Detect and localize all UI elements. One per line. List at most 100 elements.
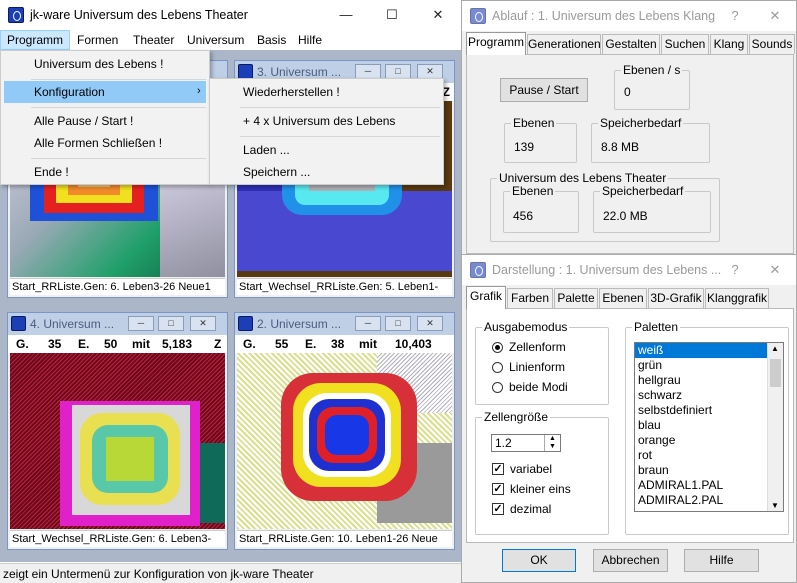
hilfe-button[interactable]: Hilfe: [684, 549, 759, 572]
palette-item[interactable]: schwarz: [635, 388, 783, 403]
ok-button[interactable]: OK: [502, 549, 576, 572]
zellengroesse-stepper[interactable]: 1.2 ▲ ▼: [491, 434, 561, 452]
spin-up-icon[interactable]: ▲: [544, 435, 560, 443]
checkbox-kleiner-eins[interactable]: ✓: [492, 483, 504, 495]
tab-ebenen[interactable]: Ebenen: [599, 288, 647, 308]
menu-basis[interactable]: Basis: [251, 30, 292, 50]
minimize-icon[interactable]: —: [323, 0, 369, 30]
menu-item-wiederherstellen[interactable]: Wiederherstellen !: [213, 81, 440, 103]
radio-linienform[interactable]: [492, 362, 503, 373]
tab-3d-grafik[interactable]: 3D-Grafik: [648, 288, 704, 308]
tab-farben[interactable]: Farben: [507, 288, 553, 308]
palette-item[interactable]: braun: [635, 463, 783, 478]
menu-item-universum[interactable]: Universum des Lebens !: [4, 53, 206, 75]
simulation-canvas: [237, 353, 452, 529]
stats-row: G. 35 E. 50 mit 5,183 Z: [8, 335, 227, 353]
menu-theater[interactable]: Theater: [127, 30, 180, 50]
palette-item[interactable]: ADMIRAL2.PAL: [635, 493, 783, 508]
scroll-down-icon[interactable]: ▼: [771, 501, 779, 510]
menu-formen[interactable]: Formen: [71, 30, 124, 50]
spin-down-icon[interactable]: ▼: [544, 443, 560, 451]
restore-icon[interactable]: □: [385, 316, 411, 331]
palette-item[interactable]: weiß: [635, 343, 783, 358]
linienform-label: Linienform: [509, 360, 566, 374]
stat-g-label: G.: [243, 337, 256, 351]
ebenen2-group: Ebenen 456: [503, 184, 579, 233]
pause-start-button[interactable]: Pause / Start: [500, 78, 588, 102]
radio-beide-modi[interactable]: [492, 382, 503, 393]
ablauf-title-bar[interactable]: Ablauf : 1. Universum des Lebens Klang ?…: [462, 1, 796, 31]
close-icon[interactable]: ✕: [752, 255, 797, 285]
checkbox-dezimal[interactable]: ✓: [492, 503, 504, 515]
scroll-up-icon[interactable]: ▲: [771, 344, 779, 353]
paletten-list[interactable]: weiß grün hellgrau schwarz selbstdefiniert bl…: [634, 342, 784, 512]
child-caption: Start_RRListe.Gen: 6. Leben3-26 Neue1: [10, 278, 225, 295]
child-window-2[interactable]: 2. Universum ... ─ □ ✕ G. 55 E. 38 mit 1…: [234, 312, 455, 550]
speicher-label: Speicherbedarf: [598, 116, 684, 130]
tab-programm[interactable]: Programm: [466, 32, 526, 55]
close-icon[interactable]: ✕: [752, 1, 797, 31]
tab-gestalten[interactable]: Gestalten: [602, 34, 660, 54]
menu-item-ende[interactable]: Ende !: [4, 161, 206, 183]
app-icon: [470, 262, 486, 278]
palette-item[interactable]: selbstdefiniert: [635, 403, 783, 418]
stat-g-label: G.: [16, 337, 29, 351]
zellengroesse-title: Zellengröße: [482, 410, 551, 424]
checkbox-variabel[interactable]: ✓: [492, 463, 504, 475]
tab-palette[interactable]: Palette: [554, 288, 598, 308]
menu-separator: [31, 158, 206, 159]
menu-item-speichern[interactable]: Speichern ...: [213, 161, 440, 183]
palette-item[interactable]: hellgrau: [635, 373, 783, 388]
minimize-icon[interactable]: ─: [355, 316, 381, 331]
minimize-icon[interactable]: ─: [355, 64, 381, 79]
tab-sounds[interactable]: Sounds: [749, 34, 795, 54]
stat-e-label: E.: [78, 337, 90, 351]
darstellung-title: Darstellung : 1. Universum des Lebens ..…: [492, 263, 722, 277]
menu-item-laden[interactable]: Laden ...: [213, 139, 440, 161]
stat-value: 5,183: [162, 337, 193, 351]
ausgabemodus-group: Ausgabemodus Zellenform Linienform beide…: [475, 320, 609, 405]
darstellung-title-bar[interactable]: Darstellung : 1. Universum des Lebens ..…: [462, 255, 796, 285]
abbrechen-button[interactable]: Abbrechen: [593, 549, 668, 572]
tab-klang[interactable]: Klang: [710, 34, 748, 54]
close-icon[interactable]: ✕: [190, 316, 216, 331]
close-icon[interactable]: ✕: [417, 316, 443, 331]
minimize-icon[interactable]: ─: [128, 316, 154, 331]
menu-item-alle-schliessen[interactable]: Alle Formen Schließen !: [4, 132, 206, 154]
child-window-4[interactable]: 4. Universum ... ─ □ ✕ G. 35 E. 50 mit 5…: [7, 312, 228, 550]
tab-generationen[interactable]: Generationen: [527, 34, 601, 54]
zellengroesse-group: Zellengröße 1.2 ▲ ▼ ✓ variabel ✓ kleiner…: [475, 410, 609, 535]
menu-universum[interactable]: Universum: [181, 30, 250, 50]
menu-programm[interactable]: Programm: [0, 30, 71, 50]
child-title: 2. Universum ...: [257, 317, 342, 331]
ebenen-group: Ebenen 139: [504, 116, 577, 163]
close-icon[interactable]: ✕: [417, 64, 443, 79]
menu-hilfe[interactable]: Hilfe: [292, 30, 328, 50]
palette-item[interactable]: blau: [635, 418, 783, 433]
stats-row: G. 55 E. 38 mit 10,403: [235, 335, 454, 353]
tab-suchen[interactable]: Suchen: [661, 34, 709, 54]
dezimal-label: dezimal: [510, 502, 552, 516]
grafik-panel: Ausgabemodus Zellenform Linienform beide…: [466, 308, 794, 543]
palette-item[interactable]: orange: [635, 433, 783, 448]
palette-item[interactable]: grün: [635, 358, 783, 373]
scrollbar[interactable]: ▲ ▼: [767, 343, 783, 511]
main-title-bar[interactable]: jk-ware Universum des Lebens Theater — ☐…: [0, 0, 461, 30]
paletten-items: weiß grün hellgrau schwarz selbstdefiniert bl…: [635, 343, 783, 508]
scroll-thumb[interactable]: [770, 359, 781, 387]
palette-item[interactable]: ADMIRAL1.PAL: [635, 478, 783, 493]
menu-item-konfiguration[interactable]: Konfiguration: [4, 81, 206, 103]
menu-item-alle-pause[interactable]: Alle Pause / Start !: [4, 110, 206, 132]
restore-icon[interactable]: □: [158, 316, 184, 331]
stat-value: 10,403: [395, 337, 432, 351]
close-icon[interactable]: ✕: [415, 0, 461, 30]
palette-item[interactable]: rot: [635, 448, 783, 463]
restore-icon[interactable]: □: [385, 64, 411, 79]
maximize-icon[interactable]: ☐: [369, 0, 415, 30]
radio-zellenform[interactable]: [492, 342, 503, 353]
tab-grafik[interactable]: Grafik: [466, 286, 506, 309]
menu-item-plus-4[interactable]: + 4 x Universum des Lebens: [213, 110, 440, 132]
tab-klanggrafik[interactable]: Klanggrafik: [705, 288, 769, 308]
ablauf-dialog: Ablauf : 1. Universum des Lebens Klang ?…: [461, 0, 797, 255]
ebenen-s-group: Ebenen / s 0: [614, 63, 690, 110]
